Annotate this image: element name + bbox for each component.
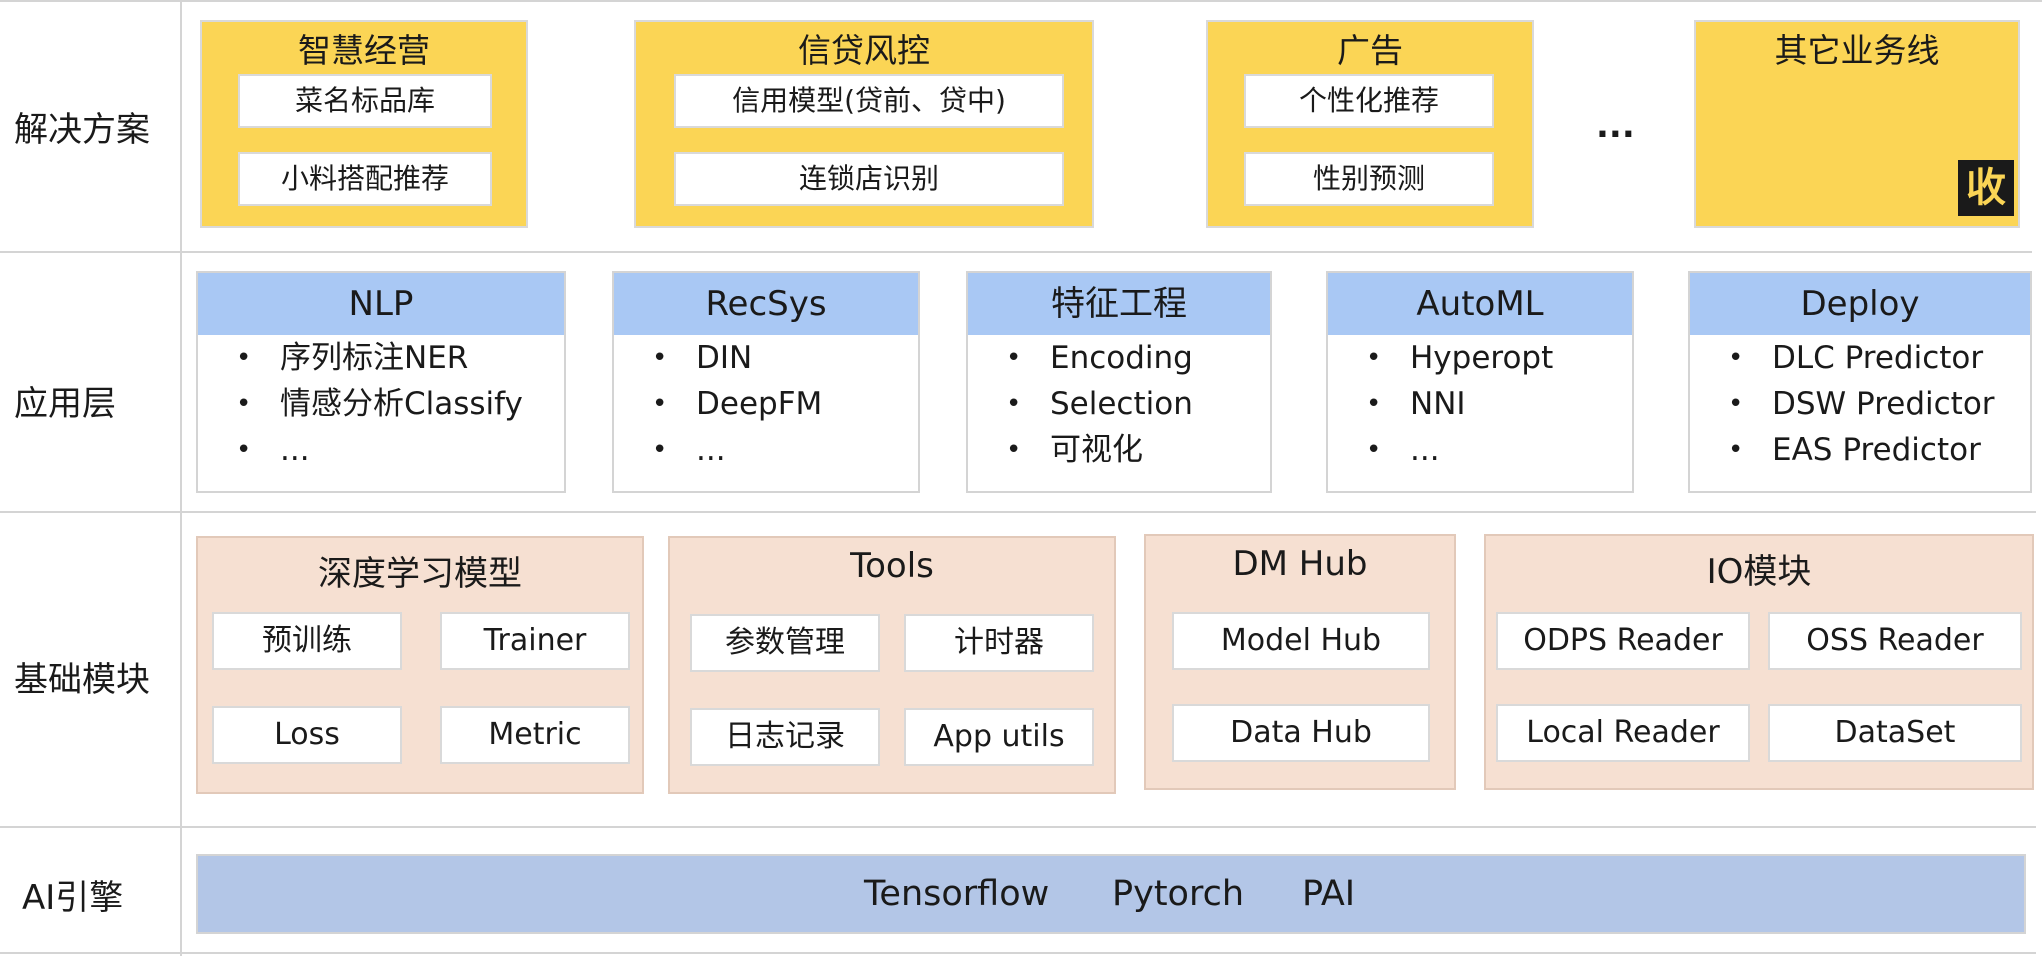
list-item: DLC Predictor <box>1728 335 2030 381</box>
solution-title: 信贷风控 <box>798 31 930 70</box>
module-title: IO模块 <box>1706 552 1812 592</box>
row-divider-2 <box>0 511 2036 513</box>
engine-item-pytorch: Pytorch <box>1112 874 1245 914</box>
module-dm-hub: DM Hub Model Hub Data Hub <box>1144 534 1456 790</box>
row-label-base-modules: 基础模块 <box>14 660 150 700</box>
module-title: Tools <box>850 546 934 586</box>
list-item: DeepFM <box>652 381 918 427</box>
module-item: Metric <box>440 706 630 764</box>
list-item: EAS Predictor <box>1728 427 2030 473</box>
module-tools: Tools 参数管理 计时器 日志记录 App utils <box>668 536 1116 794</box>
solution-smart-ops: 智慧经营 菜名标品库 小料搭配推荐 <box>200 20 528 228</box>
module-item: Loss <box>212 706 402 764</box>
list-item: ... <box>652 427 918 473</box>
app-card-deploy: Deploy DLC Predictor DSW Predictor EAS P… <box>1688 271 2032 493</box>
solution-item: 小料搭配推荐 <box>238 152 492 206</box>
app-card-list: DIN DeepFM ... <box>614 335 918 473</box>
list-item: ... <box>1366 427 1632 473</box>
bottom-border <box>0 952 2036 954</box>
module-item: Data Hub <box>1172 704 1430 762</box>
list-item: Encoding <box>1006 335 1270 381</box>
collapse-badge-icon[interactable]: 收 <box>1958 160 2014 216</box>
solution-item: 性别预测 <box>1244 152 1494 206</box>
module-title: 深度学习模型 <box>318 554 522 594</box>
list-item: 可视化 <box>1006 427 1270 473</box>
module-title: DM Hub <box>1232 544 1368 584</box>
module-item: 预训练 <box>212 612 402 670</box>
list-item: Hyperopt <box>1366 335 1632 381</box>
ai-engine-bar: Tensorflow Pytorch PAI <box>196 854 2026 934</box>
module-item: 计时器 <box>904 614 1094 672</box>
module-item: App utils <box>904 708 1094 766</box>
list-item: DIN <box>652 335 918 381</box>
engine-item-tensorflow: Tensorflow <box>864 874 1050 914</box>
solution-title: 智慧经营 <box>298 31 430 70</box>
solutions-ellipsis: ... <box>1596 106 1635 146</box>
label-column-divider <box>180 0 182 956</box>
module-io: IO模块 ODPS Reader OSS Reader Local Reader… <box>1484 534 2034 790</box>
app-card-title: RecSys <box>614 273 918 335</box>
row-label-solutions: 解决方案 <box>14 110 150 150</box>
list-item: Selection <box>1006 381 1270 427</box>
solution-item: 菜名标品库 <box>238 74 492 128</box>
solution-title: 广告 <box>1337 31 1403 70</box>
solution-credit-risk: 信贷风控 信用模型(贷前、贷中) 连锁店识别 <box>634 20 1094 228</box>
row-divider-3 <box>0 826 2036 828</box>
solution-title: 其它业务线 <box>1774 31 1940 70</box>
app-card-nlp: NLP 序列标注NER 情感分析Classify ... <box>196 271 566 493</box>
module-item: Trainer <box>440 612 630 670</box>
app-card-title: AutoML <box>1328 273 1632 335</box>
app-card-title: NLP <box>198 273 564 335</box>
app-card-automl: AutoML Hyperopt NNI ... <box>1326 271 1634 493</box>
top-border <box>0 0 2042 2</box>
app-card-list: Encoding Selection 可视化 <box>968 335 1270 473</box>
list-item: ... <box>236 427 564 473</box>
solution-item: 连锁店识别 <box>674 152 1064 206</box>
list-item: 序列标注NER <box>236 335 564 381</box>
module-item: ODPS Reader <box>1496 612 1750 670</box>
engine-item-pai: PAI <box>1302 874 1356 914</box>
module-item: Local Reader <box>1496 704 1750 762</box>
module-item: 日志记录 <box>690 708 880 766</box>
list-item: 情感分析Classify <box>236 381 564 427</box>
solution-ads: 广告 个性化推荐 性别预测 <box>1206 20 1534 228</box>
module-item: 参数管理 <box>690 614 880 672</box>
module-item: DataSet <box>1768 704 2022 762</box>
module-item: Model Hub <box>1172 612 1430 670</box>
app-card-title: 特征工程 <box>968 273 1270 335</box>
solution-item: 信用模型(贷前、贷中) <box>674 74 1064 128</box>
solution-item: 个性化推荐 <box>1244 74 1494 128</box>
app-card-list: Hyperopt NNI ... <box>1328 335 1632 473</box>
solution-other: 其它业务线 收 <box>1694 20 2020 228</box>
app-card-feature-engineering: 特征工程 Encoding Selection 可视化 <box>966 271 1272 493</box>
module-deep-learning-models: 深度学习模型 预训练 Trainer Loss Metric <box>196 536 644 794</box>
row-divider-1 <box>0 251 2032 253</box>
app-card-title: Deploy <box>1690 273 2030 335</box>
row-label-ai-engine: AI引擎 <box>22 878 124 918</box>
app-card-list: DLC Predictor DSW Predictor EAS Predicto… <box>1690 335 2030 473</box>
list-item: DSW Predictor <box>1728 381 2030 427</box>
module-item: OSS Reader <box>1768 612 2022 670</box>
app-card-recsys: RecSys DIN DeepFM ... <box>612 271 920 493</box>
list-item: NNI <box>1366 381 1632 427</box>
app-card-list: 序列标注NER 情感分析Classify ... <box>198 335 564 473</box>
row-label-app-layer: 应用层 <box>14 384 116 424</box>
